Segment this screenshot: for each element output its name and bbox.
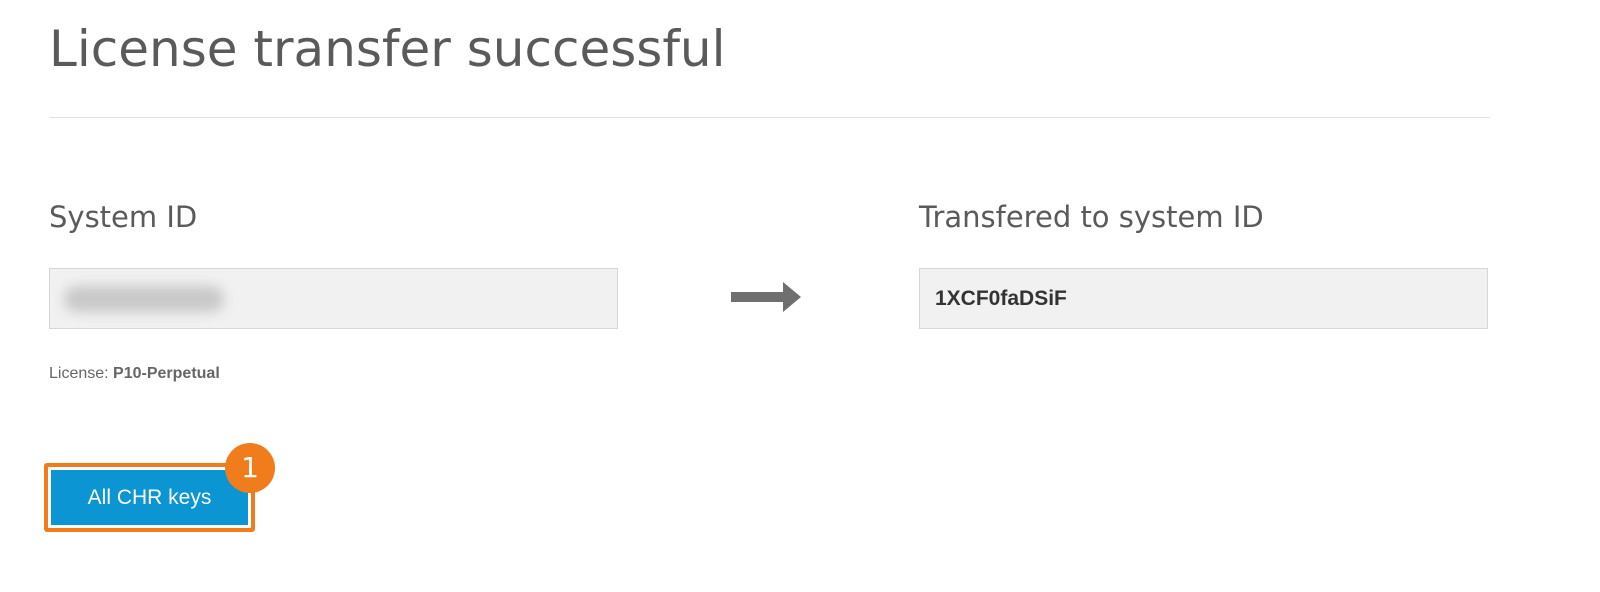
target-system-id-value: 1XCF0faDSiF [935, 287, 1067, 310]
target-system-id-field: 1XCF0faDSiF [919, 268, 1488, 329]
redacted-system-id [64, 286, 224, 312]
system-id-label: System ID [49, 200, 198, 234]
all-chr-keys-highlight: All CHR keys [44, 463, 255, 532]
license-label: License: [49, 365, 114, 382]
page-title: License transfer successful [49, 20, 726, 78]
license-info: License: P10-Perpetual [49, 364, 220, 384]
license-value: P10-Perpetual [113, 365, 220, 382]
system-id-field [49, 268, 618, 329]
step-number-badge: 1 [225, 443, 275, 493]
arrow-right-icon [731, 282, 801, 312]
target-system-id-label: Transfered to system ID [919, 200, 1264, 234]
title-divider [49, 117, 1490, 118]
all-chr-keys-button[interactable]: All CHR keys [51, 470, 248, 525]
